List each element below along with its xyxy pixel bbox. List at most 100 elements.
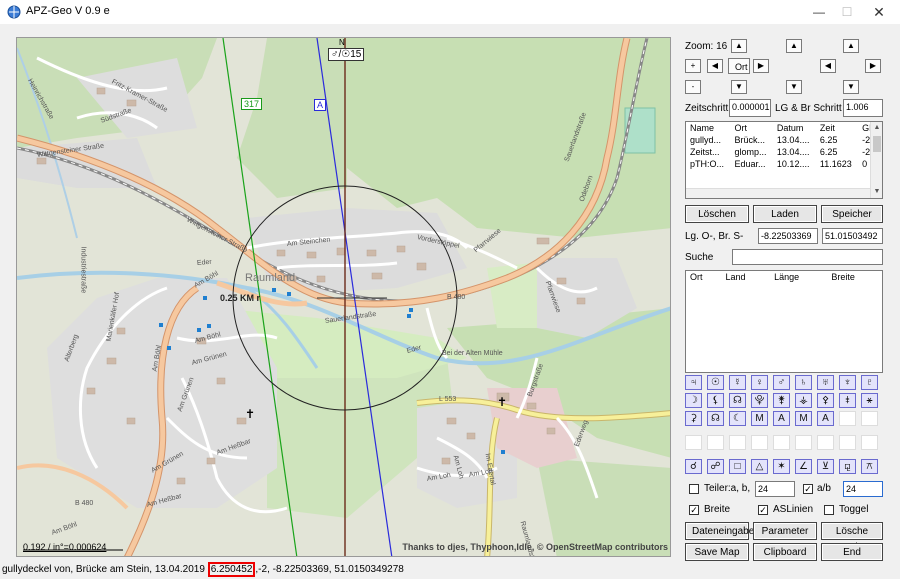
astro-symbol-icon[interactable]: ☽ [685, 393, 702, 408]
ort-button[interactable]: Ort [728, 58, 750, 74]
astro-symbol-icon[interactable]: M [795, 411, 812, 426]
lat-up-button[interactable]: ▲ [843, 39, 859, 53]
places-column-header[interactable]: Ort [686, 271, 722, 283]
table-cell: 6.25 [819, 147, 838, 157]
ab-checkbox[interactable]: ✓ [803, 484, 813, 494]
astro-symbol-icon[interactable]: △ [751, 459, 768, 474]
astro-symbol-icon[interactable]: ⚹ [861, 393, 878, 408]
astro-symbol-icon[interactable]: ⚶ [795, 393, 812, 408]
astro-symbol-icon[interactable]: ☌ [685, 459, 702, 474]
astro-symbol-icon[interactable]: M [751, 411, 768, 426]
clipboard-button[interactable]: Clipboard [753, 543, 817, 561]
parameter-button[interactable]: Parameter [753, 522, 817, 540]
events-hscrollbar[interactable] [686, 188, 870, 198]
search-input[interactable] [732, 249, 883, 265]
events-column-header[interactable]: Ort [731, 122, 773, 134]
astro-symbol-icon[interactable]: ⯓ [751, 393, 768, 408]
astro-symbol-icon[interactable]: ✶ [773, 459, 790, 474]
scroll-up-icon[interactable]: ▲ [871, 122, 882, 134]
lon-right-button[interactable]: ▶ [865, 59, 881, 73]
astro-symbol-icon[interactable]: ⊻ [817, 459, 834, 474]
breite-checkbox[interactable]: ✓ [689, 505, 699, 515]
table-row[interactable]: gullyd... Brück... 13.04.... 6.25 -2 [686, 134, 882, 146]
loeschen-button[interactable]: Löschen [685, 205, 749, 223]
astro-symbol-icon[interactable]: ♇ [861, 375, 878, 390]
places-column-header[interactable]: Land [722, 271, 771, 283]
astro-symbol-icon[interactable]: ⚸ [707, 393, 724, 408]
street-label: B 480 [447, 294, 466, 301]
pan-left-button[interactable]: ◀ [707, 59, 723, 73]
empty-slot [707, 435, 724, 450]
table-row[interactable]: pTH:O... Eduar... 10.12.... 11.1623 0 [686, 158, 882, 170]
minimize-button[interactable]: — [804, 3, 834, 21]
events-scrollbar[interactable]: ▲ ▼ [870, 122, 882, 198]
maximize-button[interactable]: ☐ [832, 3, 862, 21]
events-column-header[interactable]: Datum [773, 122, 816, 134]
astro-symbol-icon[interactable]: ⚼ [839, 459, 856, 474]
end-button[interactable]: End [821, 543, 883, 561]
astro-symbol-icon[interactable]: ♀ [751, 375, 768, 390]
astro-symbol-icon[interactable]: ⚵ [773, 393, 790, 408]
astro-symbol-icon[interactable]: ♄ [795, 375, 812, 390]
astro-symbol-icon[interactable]: □ [729, 459, 746, 474]
close-button[interactable]: ✕ [864, 3, 894, 21]
astro-symbol-icon[interactable]: ☊ [729, 393, 746, 408]
aslinien-checkbox[interactable]: ✓ [758, 505, 768, 515]
events-column-header[interactable]: Zeit [816, 122, 858, 134]
events-column-header[interactable]: Name [686, 122, 731, 134]
zoom-minus-button[interactable]: - [685, 80, 701, 94]
astro-symbol-icon[interactable]: ♆ [839, 375, 856, 390]
pan-right-button[interactable]: ▶ [753, 59, 769, 73]
dateneingabe-button[interactable]: Dateneingabe [685, 522, 754, 540]
astro-symbol-icon[interactable]: ∠ [795, 459, 812, 474]
astro-symbol-icon[interactable]: ⯒ [839, 393, 856, 408]
green-line-label[interactable]: 317 [241, 98, 263, 110]
teiler-input[interactable]: 24 [755, 481, 795, 497]
laden-button[interactable]: Laden [753, 205, 817, 223]
lon-left-button[interactable]: ◀ [820, 59, 836, 73]
astro-symbol-icon[interactable]: ⚳ [685, 411, 702, 426]
astro-symbol-icon[interactable]: ☉ [707, 375, 724, 390]
events-table[interactable]: NameOrtDatumZeitGM gullyd...Brück...13.0… [685, 121, 883, 199]
lgbr-step-input[interactable]: 1.006 [843, 99, 883, 117]
places-column-header[interactable]: Länge [770, 271, 827, 283]
astro-symbol-icon[interactable]: ⚻ [861, 459, 878, 474]
svg-text:✝: ✝ [497, 395, 507, 409]
astro-symbol-icon[interactable]: A [817, 411, 834, 426]
scroll-thumb[interactable] [873, 136, 881, 152]
astro-symbol-icon[interactable]: ☍ [707, 459, 724, 474]
map-credit: Thanks to djes, Thyphoon,Idle, © OpenStr… [402, 542, 668, 552]
astro-symbol-icon[interactable]: ☾ [729, 411, 746, 426]
astro-symbol-icon[interactable]: ☿ [729, 375, 746, 390]
zeitschritt-input[interactable]: 0.000001 [729, 99, 771, 117]
astro-symbol-icon[interactable]: ♅ [817, 375, 834, 390]
astro-symbol-icon[interactable]: ♃ [685, 375, 702, 390]
save-map-button[interactable]: Save Map [685, 543, 749, 561]
zoom-plus-button[interactable]: + [685, 59, 701, 73]
pan-down-button[interactable]: ▼ [731, 80, 747, 94]
table-row[interactable]: Zeitst... glomp... 13.04.... 6.25 -2 [686, 146, 882, 158]
astro-symbol-icon[interactable] [861, 411, 878, 426]
toggel-checkbox[interactable] [824, 505, 834, 515]
scroll-down-icon[interactable]: ▼ [871, 186, 882, 198]
ab-input[interactable]: 24 [843, 481, 883, 497]
zoom-in-arrow-button[interactable]: ▲ [731, 39, 747, 53]
map-view[interactable]: ✝ ✝ Wittgensteiner Straße Wittgensteiner … [16, 37, 671, 557]
time-up-button[interactable]: ▲ [786, 39, 802, 53]
places-list[interactable]: Ort Land Länge Breite [685, 270, 883, 373]
astro-symbol-icon[interactable] [839, 411, 856, 426]
time-down-button[interactable]: ▼ [786, 80, 802, 94]
astro-symbol-icon[interactable]: ♂ [773, 375, 790, 390]
places-column-header[interactable]: Breite [827, 271, 882, 283]
latitude-input[interactable]: 51.01503492 [822, 228, 883, 244]
astro-symbol-icon[interactable]: ☊ [707, 411, 724, 426]
lat-down-button[interactable]: ▼ [843, 80, 859, 94]
longitude-input[interactable]: -8.22503369 [758, 228, 818, 244]
loesche-cache-button[interactable]: Lösche Cache [821, 522, 883, 553]
astro-symbol-icon[interactable]: A [773, 411, 790, 426]
teiler-checkbox[interactable] [689, 484, 699, 494]
astro-symbol-icon[interactable]: ⚴ [817, 393, 834, 408]
blue-line-label[interactable]: A [314, 99, 327, 111]
mc-line-label[interactable]: ♂/☉15 [328, 48, 365, 61]
speicher-button[interactable]: Speicher [821, 205, 883, 223]
